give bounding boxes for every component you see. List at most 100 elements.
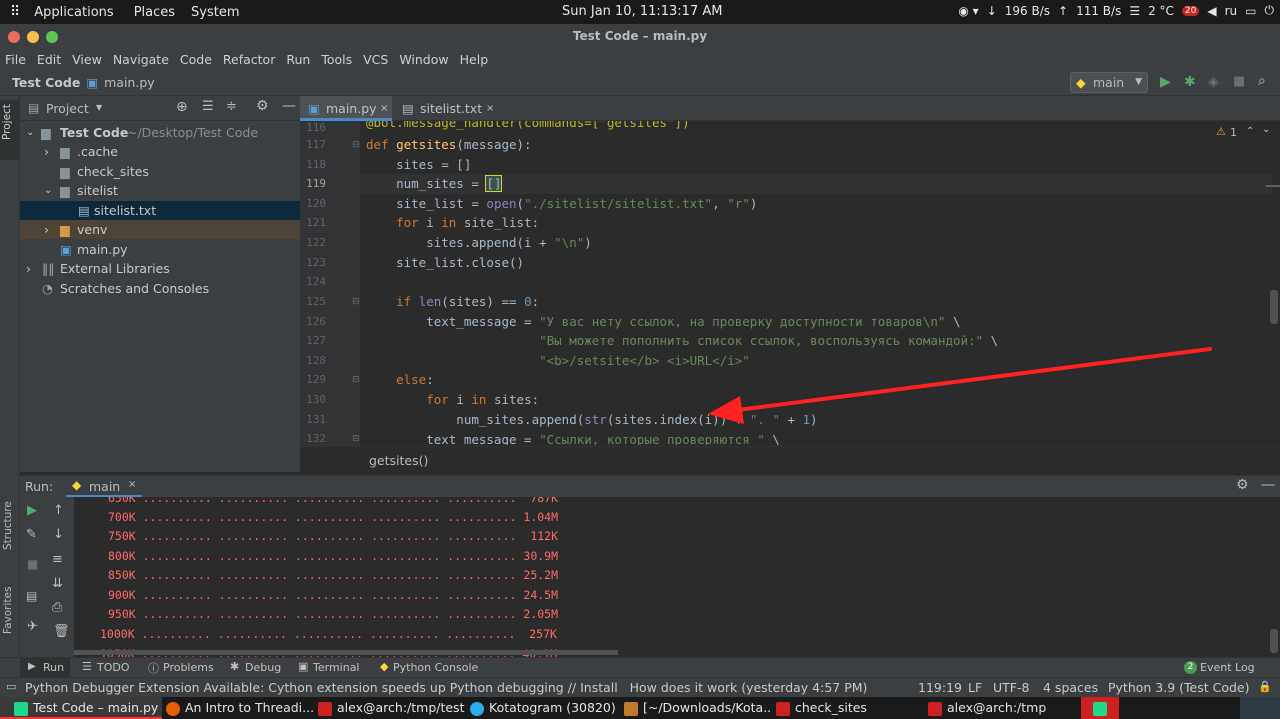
debug-icon[interactable]: ✱ — [1184, 74, 1196, 90]
stop-icon[interactable]: ■ — [1233, 74, 1245, 89]
tool-tab-run[interactable]: ▶ Run — [20, 658, 70, 678]
soft-wrap-icon[interactable]: ≡ — [52, 552, 63, 567]
menu-navigate[interactable]: Navigate — [113, 52, 169, 67]
lock-icon[interactable]: 🔒 — [1258, 680, 1272, 693]
tool-tab-debug[interactable]: ✱ Debug — [228, 658, 288, 678]
task-file-manager[interactable]: [~/Downloads/Kota... — [624, 697, 772, 719]
tool-tab-terminal[interactable]: ▣ Terminal — [296, 658, 366, 678]
hide-panel-icon[interactable]: — — [1261, 477, 1275, 493]
rerun-icon[interactable]: ▶ — [27, 503, 37, 518]
battery-icon[interactable]: ▭ — [1245, 4, 1256, 18]
tree-item-external-libraries[interactable]: › ‖‖ External Libraries — [20, 259, 300, 278]
task-check-sites[interactable]: check_sites — [776, 697, 924, 719]
power-icon[interactable]: ⏻ — [1265, 3, 1275, 18]
function-breadcrumb[interactable]: getsites() — [369, 453, 428, 468]
trash-icon[interactable]: 🗑 — [53, 624, 70, 639]
tree-item-venv[interactable]: › ▆ venv — [20, 220, 300, 239]
places-menu[interactable]: Places — [134, 5, 175, 20]
task-browser[interactable]: An Intro to Threadi... — [166, 697, 314, 719]
apps-grid-icon[interactable]: ⠿ — [10, 4, 20, 20]
expand-all-icon[interactable]: ☰ — [202, 99, 214, 114]
close-window-button[interactable] — [8, 31, 20, 43]
tool-tab-event-log[interactable]: 2 Event Log — [1182, 658, 1274, 678]
menu-vcs[interactable]: VCS — [363, 52, 388, 67]
temperature[interactable]: 2 °C — [1148, 4, 1174, 18]
tool-tab-todo[interactable]: ☰ TODO — [80, 658, 140, 678]
layout-icon[interactable]: ▤ — [26, 589, 37, 603]
applications-menu[interactable]: Applications — [34, 5, 113, 20]
notification-badge[interactable]: 20 — [1181, 5, 1200, 16]
coverage-icon[interactable]: ◈ — [1208, 74, 1219, 90]
run-tab-main[interactable]: ◆ main × — [66, 476, 142, 498]
tree-item-sitelist[interactable]: ⌄ ▆ sitelist — [20, 181, 300, 200]
tree-item-scratches[interactable]: ◔ Scratches and Consoles — [20, 279, 300, 298]
fold-icon[interactable]: ⊟ — [352, 297, 360, 307]
tab-main-py[interactable]: ▣ main.py × — [300, 96, 392, 121]
status-message[interactable]: Python Debugger Extension Available: Cyt… — [25, 680, 867, 695]
stop-icon[interactable]: ■ — [27, 557, 38, 571]
scroll-to-end-icon[interactable]: ⇊ — [52, 576, 63, 591]
menu-refactor[interactable]: Refactor — [223, 52, 275, 67]
system-menu[interactable]: System — [191, 5, 239, 20]
close-icon[interactable]: × — [486, 96, 494, 121]
maximize-window-button[interactable] — [46, 31, 58, 43]
clock[interactable]: Sun Jan 10, 11:13:17 AM — [562, 4, 722, 19]
task-terminal-tmp[interactable]: alex@arch:/tmp — [928, 697, 1076, 719]
tree-item-main-py[interactable]: ▣ main.py — [20, 240, 300, 259]
scroll-up-icon[interactable]: ↑ — [53, 503, 64, 518]
breadcrumb-file[interactable]: main.py — [104, 75, 155, 90]
minimize-window-button[interactable] — [27, 31, 39, 43]
cursor-position[interactable]: 119:19 — [918, 680, 962, 695]
locate-icon[interactable]: ⊕ — [176, 99, 188, 115]
menu-code[interactable]: Code — [180, 52, 212, 67]
keyboard-layout[interactable]: ru — [1225, 4, 1238, 18]
status-toggle-icon[interactable]: ▭ — [6, 680, 16, 693]
fold-icon[interactable]: ⊟ — [352, 434, 360, 444]
menu-run[interactable]: Run — [286, 52, 310, 67]
tool-tab-problems[interactable]: ⓘ Problems — [146, 658, 216, 678]
tree-item-sitelist-txt[interactable]: ▤ sitelist.txt — [20, 201, 300, 220]
hide-panel-icon[interactable]: — — [282, 98, 296, 114]
fold-icon[interactable]: ⊟ — [352, 375, 360, 385]
tree-item-root[interactable]: ⌄ ▆ Test Code ~/Desktop/Test Code — [20, 123, 300, 142]
volume-icon[interactable]: ◀ — [1207, 4, 1216, 18]
task-kotatogram[interactable]: Kotatogram (30820) — [470, 697, 618, 719]
print-icon[interactable]: ⎙ — [52, 600, 62, 615]
workspace-indicator[interactable] — [1081, 697, 1119, 719]
menu-tools[interactable]: Tools — [321, 52, 352, 67]
file-encoding[interactable]: UTF-8 — [993, 680, 1029, 695]
menu-file[interactable]: File — [5, 52, 26, 67]
editor-scrollbar[interactable] — [1270, 290, 1278, 324]
wifi-icon[interactable]: ◉ ▾ — [958, 4, 978, 18]
close-icon[interactable]: × — [380, 96, 388, 121]
chevron-down-icon[interactable]: ▼ — [96, 103, 102, 112]
fold-icon[interactable]: ⊟ — [352, 140, 360, 150]
desktop-preview[interactable] — [1240, 697, 1280, 719]
wrench-icon[interactable]: ✎ — [26, 527, 37, 542]
scroll-down-icon[interactable]: ↓ — [53, 527, 64, 542]
python-interpreter[interactable]: Python 3.9 (Test Code) — [1108, 680, 1250, 695]
project-tool-button[interactable]: Project — [0, 100, 19, 160]
run-config-selector[interactable]: ◆ main ▼ — [1070, 72, 1148, 93]
indent-setting[interactable]: 4 spaces — [1043, 680, 1098, 695]
pin-icon[interactable]: ✈ — [27, 619, 38, 634]
gear-icon[interactable]: ⚙ — [256, 98, 269, 114]
tree-item-check-sites[interactable]: ▆ check_sites — [20, 162, 300, 181]
run-icon[interactable]: ▶ — [1160, 74, 1171, 90]
task-pycharm[interactable]: Test Code – main.py — [0, 697, 162, 719]
tree-item-cache[interactable]: › ▆ .cache — [20, 142, 300, 161]
search-icon[interactable]: ⌕ — [1258, 73, 1266, 89]
menu-window[interactable]: Window — [399, 52, 448, 67]
collapse-all-icon[interactable]: ≑ — [226, 99, 237, 114]
menu-edit[interactable]: Edit — [37, 52, 61, 67]
structure-tool-button[interactable]: Structure — [0, 498, 19, 568]
line-separator[interactable]: LF — [968, 680, 982, 695]
project-view-selector[interactable]: Project — [46, 101, 89, 116]
task-terminal-test[interactable]: alex@arch:/tmp/test — [318, 697, 466, 719]
breadcrumb-project[interactable]: Test Code — [12, 75, 80, 90]
menu-view[interactable]: View — [72, 52, 102, 67]
tool-tab-python-console[interactable]: ◆ Python Console — [378, 658, 488, 678]
console-vertical-scrollbar[interactable] — [1270, 629, 1278, 653]
run-console-output[interactable]: 650K .......... .......... .......... ..… — [74, 497, 1280, 657]
tab-sitelist-txt[interactable]: ▤ sitelist.txt × — [394, 96, 498, 121]
